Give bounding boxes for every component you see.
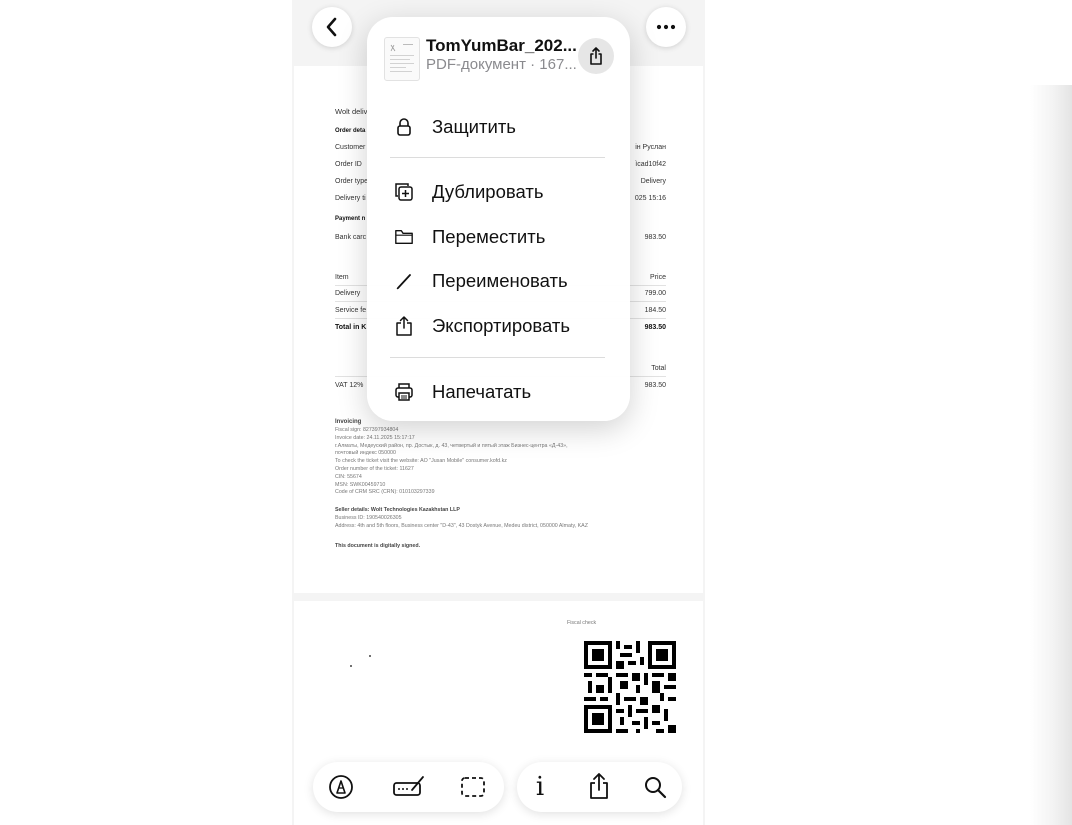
menu-item-protect[interactable]: Защитить — [367, 107, 630, 147]
printer-icon — [394, 382, 414, 402]
search-icon — [645, 777, 667, 799]
file-name: TomYumBar_202... — [426, 36, 577, 55]
invoicing-title: Invoicing — [335, 419, 362, 425]
order-details-label: Order deta — [335, 128, 366, 134]
doc-title: Wolt deliv — [335, 107, 368, 116]
select-area-icon — [461, 777, 485, 797]
more-button[interactable] — [646, 7, 686, 47]
share-icon — [590, 47, 602, 65]
file-share-button[interactable] — [578, 38, 614, 74]
share-icon — [590, 773, 608, 799]
lock-icon — [394, 117, 414, 137]
item-value-delivery: 799.00 — [644, 290, 666, 297]
menu-separator — [390, 157, 605, 158]
items-header-value: Price — [650, 274, 666, 281]
file-thumbnail — [384, 37, 420, 81]
signature-mark — [350, 665, 352, 667]
vat-label: VAT 12% — [335, 382, 364, 389]
row-label-delivery-time: Delivery ti — [335, 195, 366, 202]
total-label: Total in K — [335, 324, 367, 331]
back-button[interactable] — [312, 7, 352, 47]
seller-line: Address: 4th and 5th floors, Business ce… — [335, 523, 588, 529]
duplicate-icon — [394, 182, 414, 202]
export-icon — [394, 316, 414, 336]
info-icon: i — [535, 772, 545, 802]
signature-icon — [393, 776, 424, 796]
payment-label: Payment n — [335, 216, 366, 222]
seller-line: Business ID: 190540026305 — [335, 515, 402, 521]
invoicing-line: Invoice date: 24.11.2025 15:17:17 — [335, 434, 415, 441]
chevron-left-icon — [326, 17, 337, 37]
share-button[interactable] — [584, 771, 614, 801]
menu-item-label: Защитить — [432, 116, 516, 137]
item-label-service: Service fe — [335, 307, 367, 314]
invoicing-line: CIN: 55674 — [335, 473, 362, 480]
items-header-label: Item — [335, 274, 349, 281]
menu-item-move[interactable]: Переместить — [367, 217, 630, 257]
invoicing-line: почтовый индекс 050000 — [335, 450, 396, 457]
folder-icon — [394, 227, 414, 247]
item-label-delivery: Delivery — [335, 290, 361, 297]
menu-separator — [390, 357, 605, 358]
row-value-customer: ін Руслан — [635, 144, 666, 151]
invoicing-line: Code of CRM SRC (CRN): 010103297339 — [335, 489, 435, 496]
menu-item-label: Дублировать — [432, 181, 544, 202]
row-value-order-type: Delivery — [640, 178, 666, 185]
vat-header: Total — [651, 365, 666, 372]
markup-icon — [329, 775, 353, 799]
context-menu: TomYumBar_202... PDF-документ · 167... З… — [367, 17, 630, 421]
row-label-order-type: Order type — [335, 178, 369, 185]
search-button[interactable] — [640, 772, 670, 802]
invoicing-line: To check the ticket visit the website: A… — [335, 458, 507, 465]
row-label-order-id: Order ID — [335, 161, 362, 168]
menu-item-label: Переименовать — [432, 270, 568, 291]
vat-value: 983.50 — [644, 382, 666, 389]
seller-title: Seller details: Wolt Technologies Kazakh… — [335, 507, 460, 513]
menu-item-print[interactable]: Напечатать — [367, 372, 630, 412]
invoicing-line: Fiscal sign: 827397934804 — [335, 427, 399, 433]
document-thumbnail-icon — [390, 44, 414, 72]
menu-item-label: Переместить — [432, 226, 546, 247]
adjacent-page-edge — [1030, 85, 1072, 825]
row-label-customer: Customer — [335, 144, 366, 151]
signature-mark — [369, 655, 371, 657]
invoicing-line: Order number of the ticket: 11627 — [335, 466, 414, 472]
menu-item-label: Экспортировать — [432, 315, 571, 336]
menu-item-rename[interactable]: Переименовать — [367, 261, 630, 301]
menu-item-label: Напечатать — [432, 381, 532, 402]
row-value-delivery-time: 025 15:16 — [634, 195, 666, 202]
item-value-service: 184.50 — [644, 307, 666, 314]
fiscal-check-label: Fiscal check — [567, 620, 597, 626]
pencil-icon — [394, 271, 414, 291]
menu-item-export[interactable]: Экспортировать — [367, 306, 630, 346]
ellipsis-icon — [656, 24, 676, 30]
payment-row-label: Bank carc — [335, 234, 367, 241]
invoicing-line: MSN: SWK00459710 — [335, 481, 386, 488]
row-value-order-id: ìcad10f42 — [635, 161, 666, 168]
qr-code — [584, 641, 676, 733]
info-button[interactable]: i — [525, 772, 555, 802]
file-info: PDF-документ · 167... — [426, 56, 577, 73]
total-value: 983.50 — [644, 324, 666, 331]
signature-button[interactable] — [391, 772, 427, 802]
markup-button[interactable] — [326, 772, 356, 802]
toolbar-right-group: i — [517, 762, 682, 812]
signed-note: This document is digitally signed. — [335, 543, 421, 549]
select-area-button[interactable] — [458, 772, 488, 802]
menu-item-duplicate[interactable]: Дублировать — [367, 172, 630, 212]
toolbar-left-group — [313, 762, 504, 812]
payment-row-value: 983.50 — [644, 234, 666, 241]
